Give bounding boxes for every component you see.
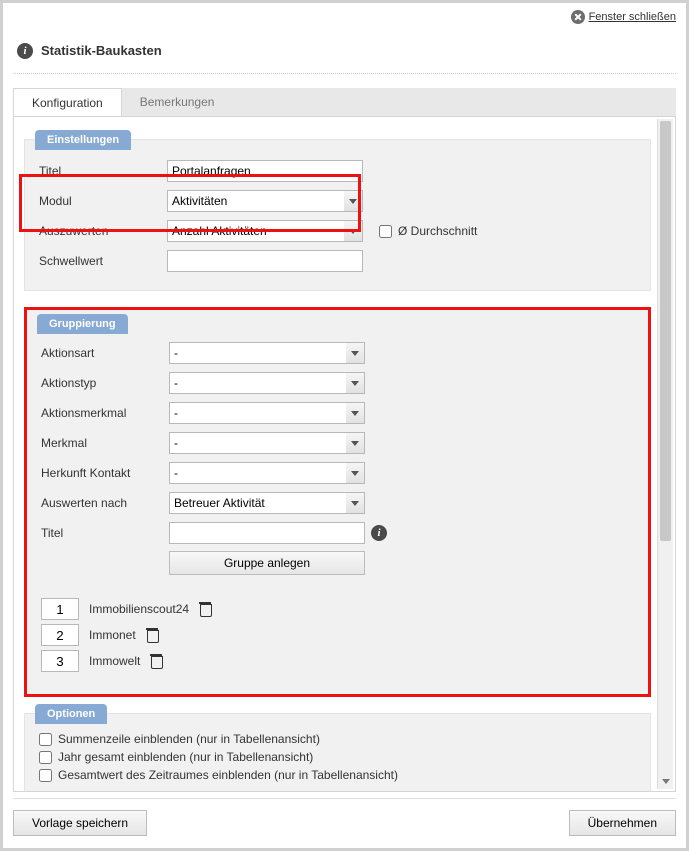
select-aktionsmerkmal[interactable]: - (169, 402, 365, 424)
group-item-name: Immobilienscout24 (89, 602, 189, 616)
select-aktionstyp[interactable]: - (169, 372, 365, 394)
group-order-input[interactable] (41, 624, 79, 646)
select-herkunft[interactable]: - (169, 462, 365, 484)
label-durchschnitt: Ø Durchschnitt (398, 224, 477, 238)
checkbox-summenzeile[interactable] (39, 733, 52, 746)
label-modul: Modul (39, 194, 167, 208)
group-order-input[interactable] (41, 650, 79, 672)
checkbox-jahr[interactable] (39, 751, 52, 764)
close-icon (571, 10, 585, 24)
section-tag-optionen: Optionen (35, 704, 107, 724)
button-uebernehmen[interactable]: Übernehmen (569, 810, 676, 836)
info-icon[interactable]: i (371, 525, 387, 541)
label-aktionsmerkmal: Aktionsmerkmal (41, 406, 169, 420)
trash-icon[interactable] (150, 654, 162, 668)
section-optionen: Optionen Summenzeile einblenden (nur in … (24, 713, 651, 792)
scroll-down-icon[interactable] (658, 773, 673, 789)
divider (13, 73, 676, 74)
trash-icon[interactable] (146, 628, 158, 642)
scrollbar[interactable] (657, 119, 673, 789)
trash-icon[interactable] (199, 602, 211, 616)
scroll-thumb[interactable] (660, 121, 671, 541)
tab-konfiguration[interactable]: Konfiguration (13, 88, 122, 117)
info-icon: i (17, 43, 33, 59)
tab-bar: Konfiguration Bemerkungen (13, 88, 676, 118)
group-item: Immonet (41, 624, 634, 646)
label-merkmal: Merkmal (41, 436, 169, 450)
button-vorlage-speichern[interactable]: Vorlage speichern (13, 810, 147, 836)
select-auswerten-nach[interactable]: Betreuer Aktivität (169, 492, 365, 514)
input-titel[interactable] (167, 160, 363, 182)
label-titel: Titel (39, 164, 167, 178)
close-window-label: Fenster schließen (589, 11, 676, 23)
select-merkmal[interactable]: - (169, 432, 365, 454)
group-item-name: Immonet (89, 628, 136, 642)
label-auswerten-nach: Auswerten nach (41, 496, 169, 510)
checkbox-durchschnitt-wrap[interactable]: Ø Durchschnitt (379, 224, 477, 238)
label-summenzeile: Summenzeile einblenden (nur in Tabellena… (58, 732, 320, 746)
select-aktionsart[interactable]: - (169, 342, 365, 364)
input-gruppe-titel[interactable] (169, 522, 365, 544)
label-jahr: Jahr gesamt einblenden (nur in Tabellena… (58, 750, 313, 764)
page-title: Statistik-Baukasten (41, 43, 162, 58)
tab-bemerkungen[interactable]: Bemerkungen (122, 88, 233, 117)
select-auszuwerten[interactable]: Anzahl Aktivitäten (167, 220, 363, 242)
label-gruppe-titel: Titel (41, 526, 169, 540)
group-item: Immowelt (41, 650, 634, 672)
label-herkunft: Herkunft Kontakt (41, 466, 169, 480)
label-schwellwert: Schwellwert (39, 254, 167, 268)
section-tag-einstellungen: Einstellungen (35, 130, 131, 150)
group-item-name: Immowelt (89, 654, 140, 668)
close-window-link[interactable]: Fenster schließen (571, 10, 676, 24)
group-item: Immobilienscout24 (41, 598, 634, 620)
group-list: Immobilienscout24 Immonet Immowelt (41, 598, 634, 672)
select-modul[interactable]: Aktivitäten (167, 190, 363, 212)
label-auszuwerten: Auszuwerten (39, 224, 167, 238)
section-einstellungen: Einstellungen Titel Modul Aktivitäten Au… (24, 139, 651, 291)
group-order-input[interactable] (41, 598, 79, 620)
section-gruppierung: Gruppierung Aktionsart - Aktionstyp - Ak… (24, 307, 651, 697)
section-tag-gruppierung: Gruppierung (37, 314, 128, 334)
label-gesamtwert: Gesamtwert des Zeitraumes einblenden (nu… (58, 768, 398, 782)
input-schwellwert[interactable] (167, 250, 363, 272)
label-aktionstyp: Aktionstyp (41, 376, 169, 390)
checkbox-gesamtwert[interactable] (39, 769, 52, 782)
checkbox-durchschnitt[interactable] (379, 225, 392, 238)
button-gruppe-anlegen[interactable]: Gruppe anlegen (169, 551, 365, 575)
label-aktionsart: Aktionsart (41, 346, 169, 360)
